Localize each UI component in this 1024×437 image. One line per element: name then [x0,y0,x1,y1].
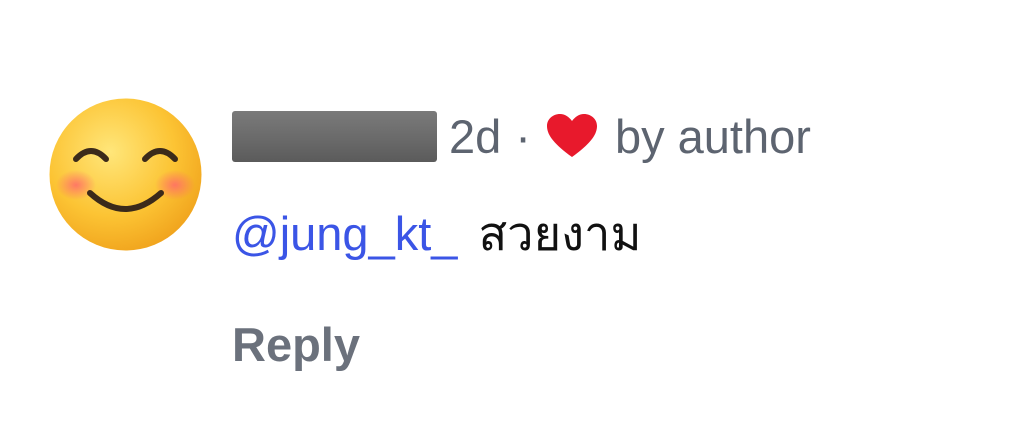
comment-message: สวยงาม [478,207,642,262]
heart-icon [545,113,599,159]
comment-meta: 2d · by author [232,104,1004,168]
comment-content: 2d · by author @jung_kt_ สวยงาม Reply [232,104,1004,372]
avatar[interactable] [48,97,203,252]
comment-time: 2d [449,109,502,163]
username-redacted[interactable] [232,110,437,162]
liked-by-author-label: by author [614,109,811,163]
reply-button[interactable]: Reply [232,317,360,372]
smiling-face-emoji-icon [49,98,202,251]
comment-item: 2d · by author @jung_kt_ สวยงาม Reply [0,0,1024,437]
mention-link[interactable]: @jung_kt_ [232,207,457,260]
comment-text: @jung_kt_ สวยงาม [232,204,1004,265]
separator-dot: · [515,109,531,163]
